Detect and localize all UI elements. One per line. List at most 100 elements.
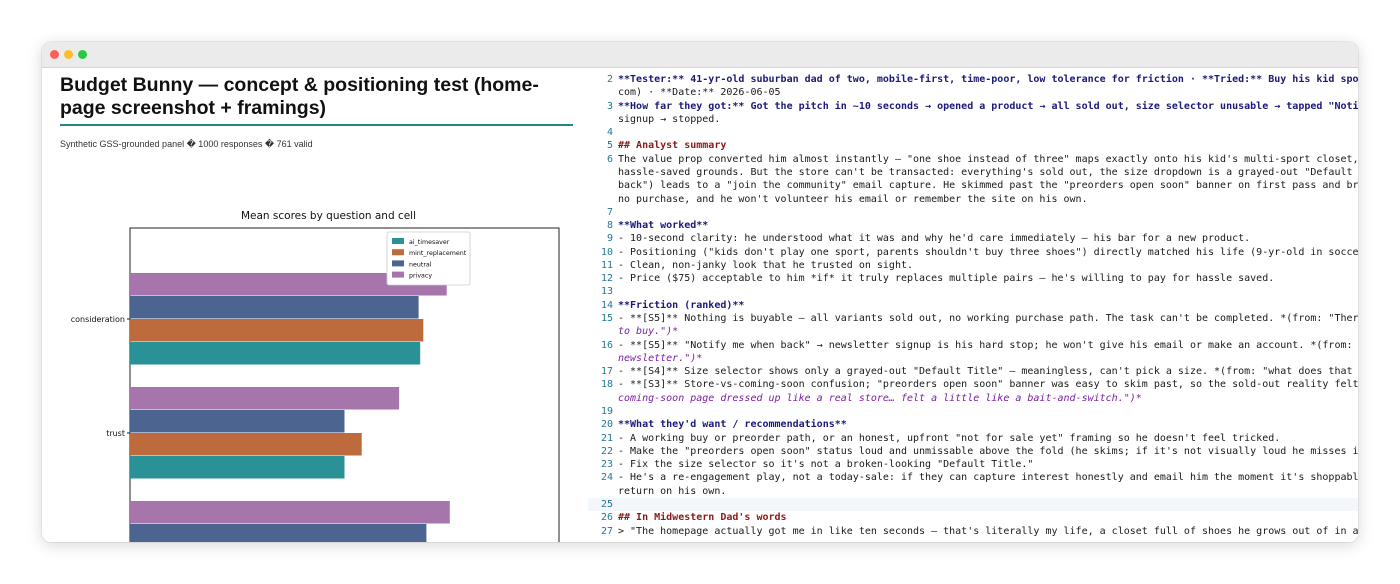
line-number: 16 xyxy=(600,339,613,351)
report-preview-pane: Budget Bunny — concept & positioning tes… xyxy=(42,68,588,542)
editor-line[interactable]: 22 - Make the "preorders open soon" statu… xyxy=(588,445,1358,458)
line-text: - **[S4]** Size selector shows only a gr… xyxy=(618,366,1353,378)
editor-line[interactable]: 10 - Positioning ("kids don't play one sp… xyxy=(588,246,1358,259)
line-number: 27 xyxy=(600,525,613,537)
minimize-window-button[interactable] xyxy=(64,50,73,59)
bar-trust-privacy xyxy=(130,387,400,410)
line-number: 10 xyxy=(600,246,613,258)
editor-line[interactable]: 2 **Tester:** 41-yr-old suburban dad of t… xyxy=(588,73,1358,86)
line-number: 7 xyxy=(606,206,613,218)
line-text: no purchase, and he won't volunteer his … xyxy=(618,193,1088,205)
close-window-button[interactable] xyxy=(50,50,59,59)
line-text: - Clean, non-janky look that he trusted … xyxy=(618,259,914,271)
editor-line[interactable]: 20 **What they'd want / recommendations** xyxy=(588,418,1358,431)
mean-scores-bar-chart: Mean scores by question and cell consider… xyxy=(71,210,560,542)
legend-label: privacy xyxy=(409,273,432,280)
line-number: 24 xyxy=(600,472,613,484)
editor-line[interactable]: 15 - **[S5]** Nothing is buyable — all va… xyxy=(588,312,1358,325)
legend-swatch-privacy xyxy=(392,271,404,278)
editor-line[interactable]: 23 - Fix the size selector so it's not a … xyxy=(588,458,1358,471)
line-text: ## In Midwestern Dad's words xyxy=(618,512,787,524)
editor-line[interactable]: no purchase, and he won't volunteer his … xyxy=(588,193,1358,206)
line-number: 23 xyxy=(600,459,613,471)
line-text: return on his own. xyxy=(618,485,727,497)
editor-line[interactable]: 19 xyxy=(588,405,1358,418)
editor-line[interactable]: coming-soon page dressed up like a real … xyxy=(588,392,1358,405)
bar-trust-ai_timesaver xyxy=(130,456,345,479)
editor-line[interactable]: 13 xyxy=(588,285,1358,298)
editor-line[interactable]: 17 - **[S4]** Size selector shows only a … xyxy=(588,365,1358,378)
editor-line[interactable]: 16 - **[S5]** "Notify me when back" → new… xyxy=(588,339,1358,352)
editor-line[interactable]: 26 ## In Midwestern Dad's words xyxy=(588,511,1358,524)
app-window: Budget Bunny — concept & positioning tes… xyxy=(42,42,1358,542)
line-number: 6 xyxy=(606,153,613,165)
title-divider xyxy=(60,124,573,126)
editor-line[interactable]: com) · **Date:** 2026-06-05 xyxy=(588,86,1358,99)
line-number: 15 xyxy=(600,313,613,325)
editor-line[interactable]: 14 **Friction (ranked)** xyxy=(588,299,1358,312)
editor-line[interactable]: 5 ## Analyst summary xyxy=(588,139,1358,152)
y-tick-label: trust xyxy=(106,429,125,438)
line-text: signup → stopped. xyxy=(618,113,721,125)
line-number: 18 xyxy=(600,379,613,391)
bar-consideration-neutral xyxy=(130,296,419,319)
editor-line[interactable]: 6 The value prop converted him almost ins… xyxy=(588,153,1358,166)
editor-line[interactable]: 8 **What worked** xyxy=(588,219,1358,232)
editor-line[interactable]: back") leads to a "join the community" e… xyxy=(588,179,1358,192)
line-text: - Price ($75) acceptable to him *if* it … xyxy=(618,273,1275,285)
line-text: to buy.")* xyxy=(618,326,679,338)
line-number: 21 xyxy=(600,432,613,444)
line-number: 26 xyxy=(600,512,613,524)
editor-line[interactable]: return on his own. xyxy=(588,485,1358,498)
panel-subtitle: Synthetic GSS-grounded panel � 1000 resp… xyxy=(60,139,313,149)
editor-line[interactable]: 18 - **[S3]** Store-vs-coming-soon confus… xyxy=(588,378,1358,391)
line-text: **How far they got:** Got the pitch in ~… xyxy=(618,100,1358,112)
line-number: 14 xyxy=(600,299,613,311)
editor-line[interactable]: 25 xyxy=(588,498,1358,511)
editor-line[interactable]: 9 - 10-second clarity: he understood what… xyxy=(588,232,1358,245)
editor-line[interactable]: newsletter.")* xyxy=(588,352,1358,365)
bar-trust-mint_replacement xyxy=(130,433,362,456)
line-text: - A working buy or preorder path, or an … xyxy=(618,432,1281,444)
maximize-window-button[interactable] xyxy=(78,50,87,59)
title-bar xyxy=(42,42,1358,68)
line-number: 4 xyxy=(606,127,613,139)
line-text: hassle-saved grounds. But the store can'… xyxy=(618,166,1353,178)
editor-line[interactable]: 11 - Clean, non-janky look that he truste… xyxy=(588,259,1358,272)
editor-line[interactable]: 24 - He's a re-engagement play, not a tod… xyxy=(588,471,1358,484)
line-number: 20 xyxy=(600,419,613,431)
editor-line[interactable]: 12 - Price ($75) acceptable to him *if* i… xyxy=(588,272,1358,285)
line-number: 3 xyxy=(606,100,613,112)
line-number: 22 xyxy=(600,445,613,457)
editor-line[interactable]: 7 xyxy=(588,206,1358,219)
bar-appeal-neutral xyxy=(130,524,427,542)
line-text: > "The homepage actually got me in like … xyxy=(618,525,1358,537)
editor-line[interactable]: 4 xyxy=(588,126,1358,139)
editor-line[interactable]: 21 - A working buy or preorder path, or a… xyxy=(588,432,1358,445)
editor-line[interactable]: 3 **How far they got:** Got the pitch in … xyxy=(588,100,1358,113)
line-text: - He's a re-engagement play, not a today… xyxy=(618,472,1358,484)
y-tick-label: consideration xyxy=(71,315,125,324)
line-text: newsletter.")* xyxy=(618,352,703,364)
line-text: - Fix the size selector so it's not a br… xyxy=(618,459,1034,471)
bar-trust-neutral xyxy=(130,410,345,433)
line-number: 19 xyxy=(600,406,613,417)
legend-swatch-mint_replacement xyxy=(392,249,404,256)
editor-line[interactable]: 27 > "The homepage actually got me in lik… xyxy=(588,525,1358,538)
editor-line[interactable]: hassle-saved grounds. But the store can'… xyxy=(588,166,1358,179)
line-text: - **[S5]** Nothing is buyable — all vari… xyxy=(618,313,1358,325)
line-number: 11 xyxy=(600,259,613,271)
legend-swatch-ai_timesaver xyxy=(392,238,404,244)
line-text: - 10-second clarity: he understood what … xyxy=(618,233,1251,245)
legend-label: mint_replacement xyxy=(409,250,467,257)
legend-label: neutral xyxy=(409,261,432,268)
markdown-editor-pane[interactable]: 2 **Tester:** 41-yr-old suburban dad of t… xyxy=(588,68,1358,542)
line-number: 13 xyxy=(600,286,613,298)
page-title: Budget Bunny — concept & positioning tes… xyxy=(60,74,539,119)
line-text: The value prop converted him almost inst… xyxy=(618,153,1358,165)
editor-line[interactable]: to buy.")* xyxy=(588,325,1358,338)
line-text: back") leads to a "join the community" e… xyxy=(618,180,1358,192)
bar-consideration-mint_replacement xyxy=(130,319,424,342)
bar-appeal-privacy xyxy=(130,501,450,524)
editor-line[interactable]: signup → stopped. xyxy=(588,113,1358,126)
